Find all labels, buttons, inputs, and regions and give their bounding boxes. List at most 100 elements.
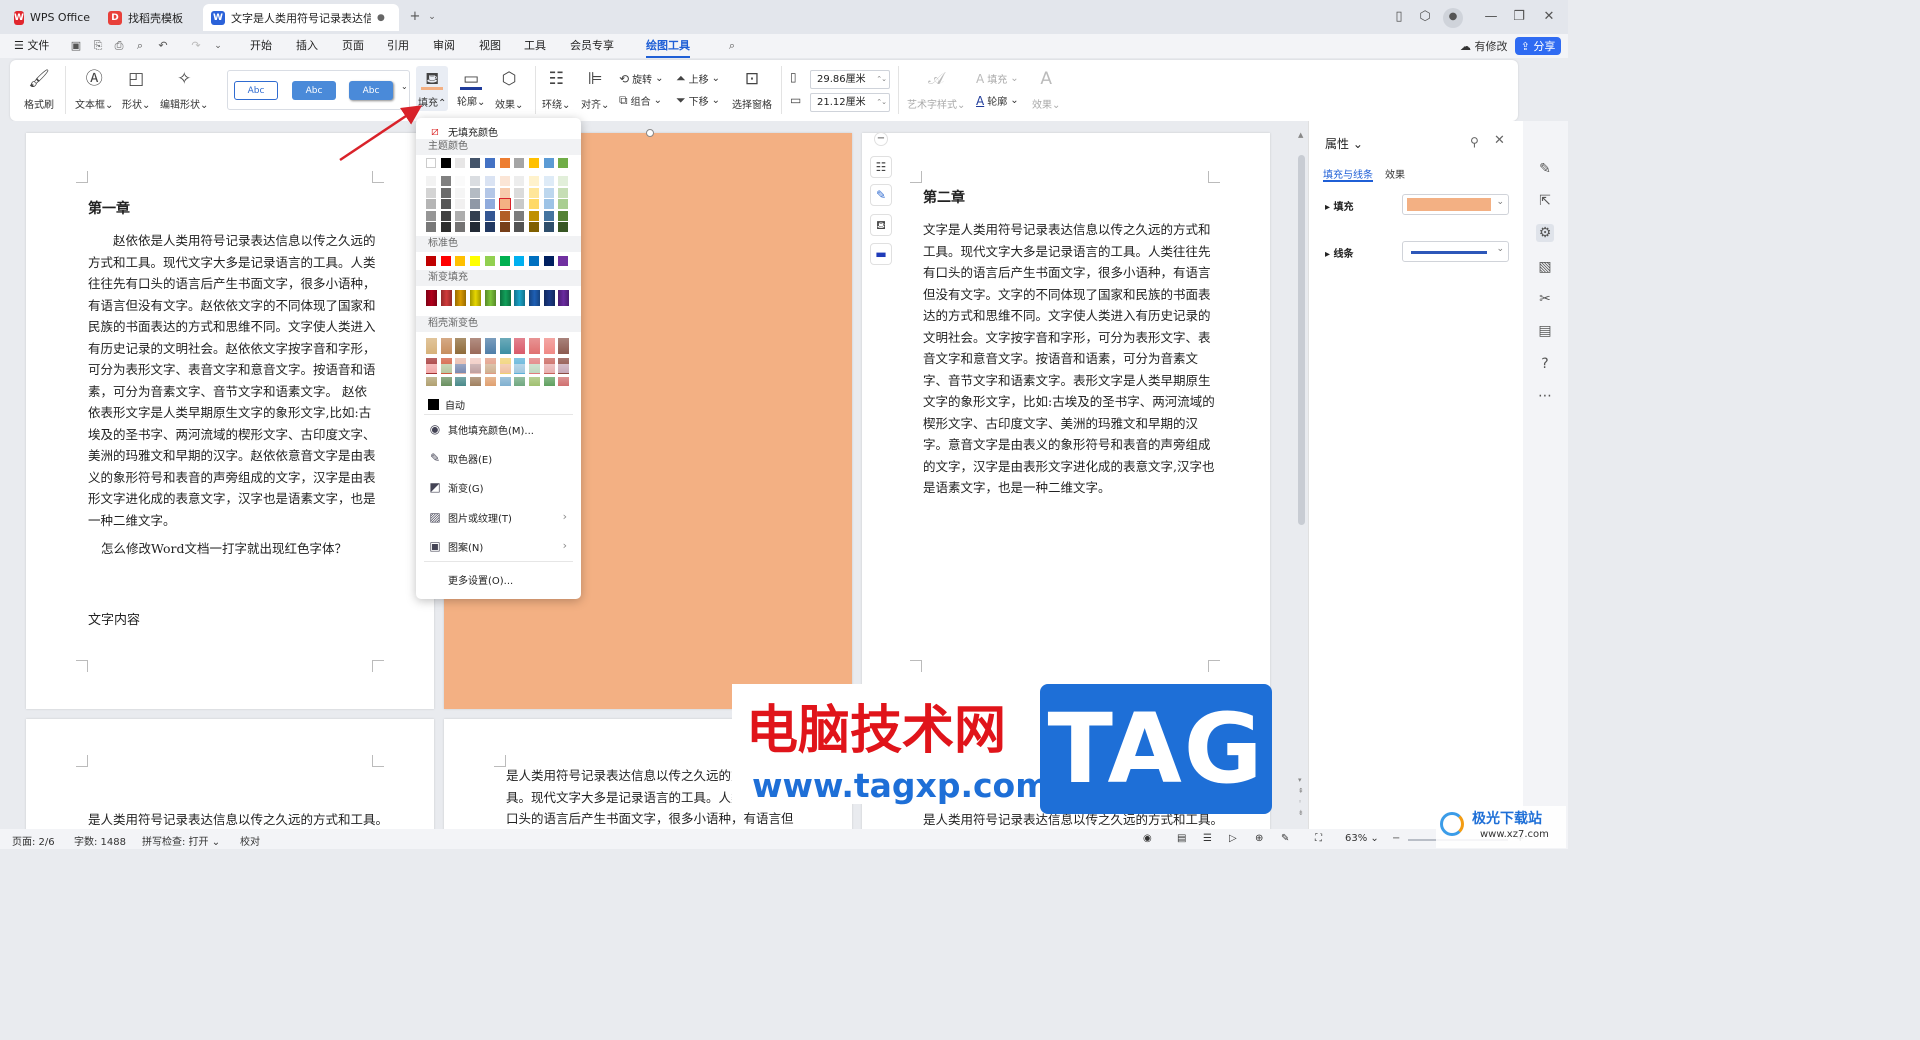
gradient-fill-swatch[interactable] (543, 290, 555, 306)
docer-gradient-swatch[interactable] (470, 364, 482, 373)
theme-tint-swatch[interactable] (514, 187, 525, 198)
restore-icon[interactable]: ❐ (1510, 8, 1528, 26)
outline-color-icon[interactable]: ▬ (870, 243, 892, 265)
docer-gradient-swatch[interactable] (440, 338, 452, 354)
menu-insert[interactable]: 插入 (296, 34, 318, 58)
docer-gradient-swatch[interactable] (440, 377, 452, 386)
theme-tint-swatch[interactable] (426, 187, 436, 198)
gradient-fill-swatch[interactable] (470, 290, 482, 306)
theme-tint-swatch[interactable] (528, 176, 539, 186)
page-1[interactable]: 第一章 赵依依是人类用符号记录表达信息以传之久远的方式和工具。现代文字大多是记录… (26, 133, 434, 709)
tab-docer-template[interactable]: D 找稻壳模板 (100, 4, 196, 31)
fill-color-select[interactable]: ⌄ (1402, 194, 1509, 215)
proofread-button[interactable]: 校对 (240, 833, 260, 848)
undo-icon[interactable]: ↶ (155, 38, 171, 54)
align-button[interactable]: ⊫ 对齐⌄ (581, 68, 609, 111)
theme-tint-swatch[interactable] (426, 222, 436, 232)
docer-gradient-swatch[interactable] (470, 338, 482, 354)
docer-gradient-swatch[interactable] (558, 364, 570, 373)
theme-color-swatch[interactable] (484, 158, 495, 168)
menu-review[interactable]: 审阅 (433, 34, 455, 58)
theme-tint-swatch[interactable] (543, 222, 554, 232)
properties-sliders-icon[interactable]: ⚙ (1536, 224, 1554, 242)
outline-view-icon[interactable]: ☰ (1203, 833, 1212, 844)
panel-title[interactable]: 属性 ⌄ (1325, 135, 1363, 152)
collapse-icon[interactable]: − (874, 132, 888, 146)
picture-texture-item[interactable]: ▨ 图片或纹理(T) (428, 506, 573, 528)
theme-tint-swatch[interactable] (543, 210, 554, 221)
line-section-toggle[interactable]: ▸ 线条 (1325, 245, 1354, 260)
height-input[interactable]: 21.12厘米 (810, 93, 890, 112)
docer-gradient-swatch[interactable] (514, 377, 526, 386)
scrollbar-thumb[interactable] (1298, 155, 1305, 525)
theme-tint-swatch[interactable] (455, 222, 466, 232)
tab-fill-and-line[interactable]: 填充与线条 (1323, 166, 1373, 181)
docer-gradient-swatch[interactable] (484, 364, 496, 373)
theme-tint-swatch[interactable] (484, 222, 495, 232)
web-view-icon[interactable]: ⊕ (1255, 833, 1263, 844)
theme-tint-swatch[interactable] (455, 210, 466, 221)
styles-more-chevron-icon[interactable]: ⌄ (401, 82, 408, 91)
theme-tint-swatch[interactable] (499, 210, 510, 221)
tab-document[interactable]: W 文字是人类用符号记录表达信息以 ● (203, 4, 399, 31)
theme-tint-swatch[interactable] (558, 187, 569, 198)
theme-color-swatch[interactable] (558, 158, 569, 168)
edit-pen-icon[interactable]: ✎ (1536, 160, 1554, 178)
fit-page-icon[interactable]: ⛶ (1315, 833, 1322, 844)
menu-page[interactable]: 页面 (342, 34, 364, 58)
docer-gradient-swatch[interactable] (514, 338, 526, 354)
theme-tint-swatch[interactable] (484, 176, 495, 186)
theme-tint-swatch[interactable] (426, 199, 436, 209)
docer-gradient-swatch[interactable] (558, 338, 570, 354)
theme-tint-swatch[interactable] (426, 176, 436, 186)
file-menu[interactable]: ☰ 文件 (14, 34, 49, 58)
tab-effect[interactable]: 效果 (1385, 166, 1405, 181)
line-style-select[interactable]: ⌄ (1402, 241, 1509, 262)
docer-gradient-swatch[interactable] (484, 377, 496, 386)
gradient-fill-swatch[interactable] (514, 290, 526, 306)
docer-gradient-swatch[interactable] (484, 338, 496, 354)
layout-options-icon[interactable]: ☷ (870, 156, 892, 178)
theme-tint-swatch[interactable] (499, 187, 510, 198)
spell-check-toggle[interactable]: 拼写检查: 打开 ⌄ (142, 833, 220, 848)
theme-tint-swatch[interactable] (514, 176, 525, 186)
theme-color-swatch[interactable] (426, 158, 436, 168)
resize-handle[interactable] (646, 129, 654, 137)
fill-section-toggle[interactable]: ▸ 填充 (1325, 198, 1354, 213)
menu-tools[interactable]: 工具 (524, 34, 546, 58)
theme-tint-swatch[interactable] (543, 176, 554, 186)
eye-icon[interactable]: ◉ (1143, 833, 1152, 844)
layout-icon[interactable]: ▯ (1390, 8, 1408, 26)
help-icon[interactable]: ? (1536, 355, 1554, 373)
save-icon[interactable]: ▣ (68, 38, 84, 54)
group-button[interactable]: ⧉ 组合 ⌄ (619, 93, 662, 108)
format-brush-button[interactable]: 🖌 格式刷 (24, 68, 54, 111)
docer-gradient-swatch[interactable] (426, 338, 437, 354)
theme-tint-swatch[interactable] (543, 199, 554, 209)
docer-gradient-swatch[interactable] (558, 377, 570, 386)
more-settings-item[interactable]: 更多设置(O)... (448, 568, 513, 590)
theme-tint-swatch[interactable] (558, 210, 569, 221)
docer-gradient-swatch[interactable] (528, 338, 540, 354)
text-outline-button[interactable]: A 轮廓 ⌄ (976, 93, 1019, 109)
pattern-item[interactable]: ▣ 图案(N) (428, 535, 483, 557)
wrap-button[interactable]: ☷ 环绕⌄ (542, 68, 570, 111)
theme-tint-swatch[interactable] (558, 222, 569, 232)
docer-gradient-swatch[interactable] (455, 364, 467, 373)
theme-tint-swatch[interactable] (455, 199, 466, 209)
gradient-fill-swatch[interactable] (426, 290, 437, 306)
theme-tint-swatch[interactable] (558, 176, 569, 186)
more-fill-colors-item[interactable]: ◉ 其他填充颜色(M)... (428, 418, 534, 440)
theme-color-swatch[interactable] (455, 158, 466, 168)
docer-gradient-swatch[interactable] (499, 364, 511, 373)
theme-tint-swatch[interactable] (484, 187, 495, 198)
cube-icon[interactable]: ⬡ (1416, 8, 1434, 26)
theme-tint-swatch[interactable] (528, 187, 539, 198)
export-icon[interactable]: ⎘ (90, 38, 106, 54)
theme-tint-swatch[interactable] (470, 222, 481, 232)
scroll-up-icon[interactable]: ▲ (1298, 131, 1306, 139)
theme-tint-swatch[interactable] (528, 199, 539, 209)
style-fill-blue[interactable]: Abc (292, 81, 336, 100)
word-count[interactable]: 字数: 1488 (74, 833, 126, 848)
docer-gradient-swatch[interactable] (499, 338, 511, 354)
